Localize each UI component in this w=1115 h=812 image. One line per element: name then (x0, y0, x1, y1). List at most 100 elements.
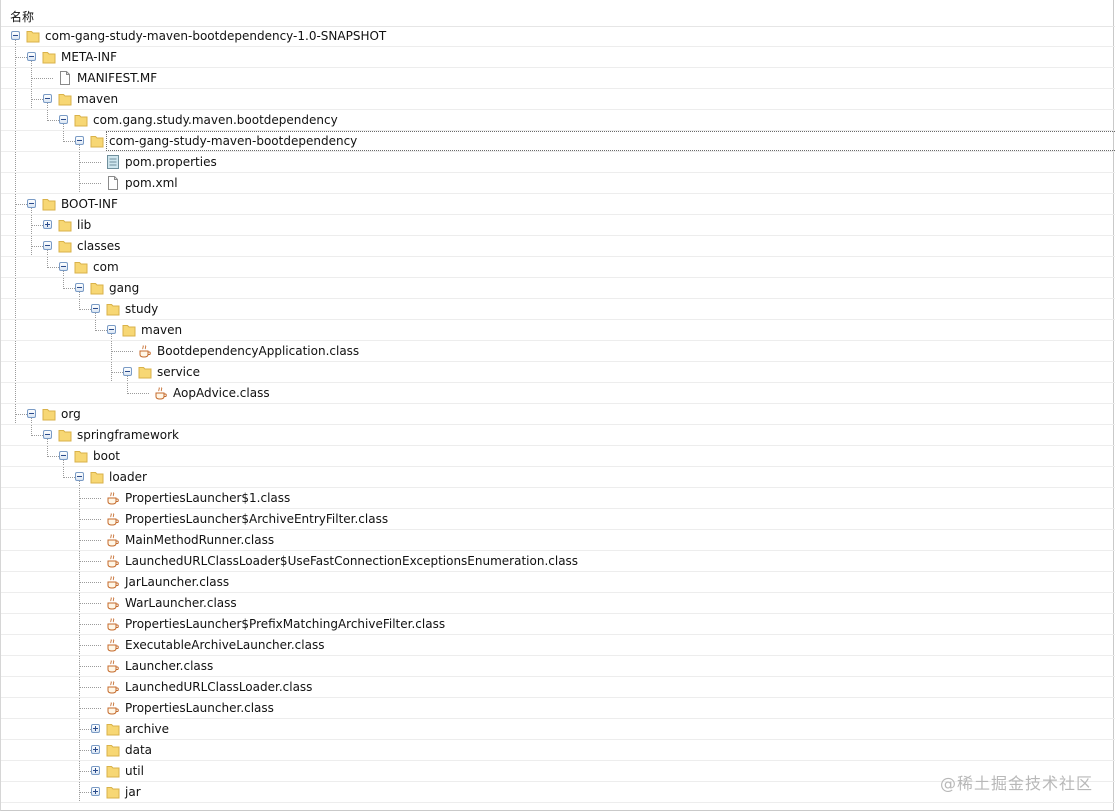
collapse-toggle-icon[interactable] (107, 325, 116, 334)
tree-row[interactable]: data (1, 740, 1115, 761)
folder-icon (89, 469, 105, 485)
tree-row[interactable]: BootdependencyApplication.class (1, 341, 1115, 362)
tree-item-label[interactable]: WarLauncher.class (125, 596, 237, 611)
tree-guide-line (15, 173, 16, 194)
tree-item-label[interactable]: org (61, 407, 81, 422)
tree-row[interactable]: maven (1, 320, 1115, 341)
java-class-icon (153, 385, 169, 401)
collapse-toggle-icon[interactable] (59, 451, 68, 460)
tree-item-label[interactable]: study (125, 302, 158, 317)
tree-item-label[interactable]: maven (77, 92, 118, 107)
tree-item-label[interactable]: jar (125, 785, 141, 800)
tree-item-label[interactable]: ExecutableArchiveLauncher.class (125, 638, 324, 653)
tree-row[interactable]: gang (1, 278, 1115, 299)
tree-row[interactable]: com-gang-study-maven-bootdependency-1.0-… (1, 26, 1115, 47)
collapse-toggle-icon[interactable] (75, 283, 84, 292)
expand-toggle-icon[interactable] (91, 787, 100, 796)
tree-row[interactable]: springframework (1, 425, 1115, 446)
tree-row[interactable]: org (1, 404, 1115, 425)
tree-item-label[interactable]: util (125, 764, 144, 779)
tree-row[interactable]: boot (1, 446, 1115, 467)
tree-row[interactable]: META-INF (1, 47, 1115, 68)
tree-row[interactable]: WarLauncher.class (1, 593, 1115, 614)
tree-row[interactable]: loader (1, 467, 1115, 488)
tree-row[interactable]: classes (1, 236, 1115, 257)
tree-item-label[interactable]: PropertiesLauncher$PrefixMatchingArchive… (125, 617, 445, 632)
collapse-toggle-icon[interactable] (123, 367, 132, 376)
tree-item-label[interactable]: pom.xml (125, 176, 178, 191)
tree-item-label[interactable]: data (125, 743, 152, 758)
tree-item-label[interactable]: MainMethodRunner.class (125, 533, 274, 548)
collapse-toggle-icon[interactable] (59, 262, 68, 271)
tree-item-label[interactable]: com-gang-study-maven-bootdependency (109, 134, 357, 149)
tree-item-label[interactable]: PropertiesLauncher$1.class (125, 491, 290, 506)
tree-row[interactable]: Launcher.class (1, 656, 1115, 677)
tree-item-label[interactable]: lib (77, 218, 91, 233)
tree-row[interactable]: com-gang-study-maven-bootdependency (1, 131, 1115, 152)
expand-toggle-icon[interactable] (91, 724, 100, 733)
collapse-toggle-icon[interactable] (27, 52, 36, 61)
tree-item-label[interactable]: maven (141, 323, 182, 338)
tree-item-label[interactable]: MANIFEST.MF (77, 71, 157, 86)
collapse-toggle-icon[interactable] (43, 241, 52, 250)
tree-row[interactable]: com (1, 257, 1115, 278)
tree-row[interactable]: archive (1, 719, 1115, 740)
tree-row[interactable]: PropertiesLauncher.class (1, 698, 1115, 719)
tree-item-label[interactable]: JarLauncher.class (125, 575, 229, 590)
tree-item-label[interactable]: gang (109, 281, 139, 296)
tree-row[interactable]: MainMethodRunner.class (1, 530, 1115, 551)
tree-row[interactable]: PropertiesLauncher$1.class (1, 488, 1115, 509)
tree-item-label[interactable]: BOOT-INF (61, 197, 118, 212)
collapse-toggle-icon[interactable] (27, 199, 36, 208)
tree-row[interactable]: MANIFEST.MF (1, 68, 1115, 89)
tree-item-label[interactable]: boot (93, 449, 120, 464)
tree-row[interactable]: com.gang.study.maven.bootdependency (1, 110, 1115, 131)
tree-row[interactable]: lib (1, 215, 1115, 236)
collapse-toggle-icon[interactable] (43, 94, 52, 103)
tree-item-label[interactable]: classes (77, 239, 120, 254)
tree-item-label[interactable]: META-INF (61, 50, 117, 65)
tree-row[interactable]: LaunchedURLClassLoader.class (1, 677, 1115, 698)
collapse-toggle-icon[interactable] (91, 304, 100, 313)
tree-item-label[interactable]: BootdependencyApplication.class (157, 344, 359, 359)
tree-row[interactable]: PropertiesLauncher$ArchiveEntryFilter.cl… (1, 509, 1115, 530)
column-header-name[interactable]: 名称 (1, 0, 1115, 27)
collapse-toggle-icon[interactable] (27, 409, 36, 418)
tree-guide-line (127, 393, 149, 394)
tree-item-label[interactable]: AopAdvice.class (173, 386, 270, 401)
tree-row[interactable]: JarLauncher.class (1, 572, 1115, 593)
collapse-toggle-icon[interactable] (75, 472, 84, 481)
tree-item-label[interactable]: LaunchedURLClassLoader$UseFastConnection… (125, 554, 578, 569)
tree-item-label[interactable]: com (93, 260, 119, 275)
expand-toggle-icon[interactable] (43, 220, 52, 229)
folder-icon (89, 133, 105, 149)
tree-item-label[interactable]: PropertiesLauncher$ArchiveEntryFilter.cl… (125, 512, 388, 527)
tree-guide-line (79, 645, 101, 646)
tree-item-label[interactable]: pom.properties (125, 155, 217, 170)
tree-row[interactable]: ExecutableArchiveLauncher.class (1, 635, 1115, 656)
tree-row[interactable]: BOOT-INF (1, 194, 1115, 215)
collapse-toggle-icon[interactable] (11, 31, 20, 40)
expand-toggle-icon[interactable] (91, 766, 100, 775)
tree-item-label[interactable]: Launcher.class (125, 659, 213, 674)
tree-item-label[interactable]: loader (109, 470, 147, 485)
tree-row[interactable]: service (1, 362, 1115, 383)
tree-item-label[interactable]: springframework (77, 428, 179, 443)
tree-item-label[interactable]: LaunchedURLClassLoader.class (125, 680, 312, 695)
tree-row[interactable]: AopAdvice.class (1, 383, 1115, 404)
tree-row[interactable]: maven (1, 89, 1115, 110)
tree-item-label[interactable]: PropertiesLauncher.class (125, 701, 274, 716)
tree-item-label[interactable]: com-gang-study-maven-bootdependency-1.0-… (45, 29, 386, 44)
tree-row[interactable]: LaunchedURLClassLoader$UseFastConnection… (1, 551, 1115, 572)
collapse-toggle-icon[interactable] (43, 430, 52, 439)
tree-row[interactable]: PropertiesLauncher$PrefixMatchingArchive… (1, 614, 1115, 635)
tree-item-label[interactable]: archive (125, 722, 169, 737)
collapse-toggle-icon[interactable] (75, 136, 84, 145)
expand-toggle-icon[interactable] (91, 745, 100, 754)
tree-item-label[interactable]: service (157, 365, 200, 380)
tree-row[interactable]: pom.xml (1, 173, 1115, 194)
tree-row[interactable]: pom.properties (1, 152, 1115, 173)
collapse-toggle-icon[interactable] (59, 115, 68, 124)
tree-item-label[interactable]: com.gang.study.maven.bootdependency (93, 113, 338, 128)
tree-row[interactable]: study (1, 299, 1115, 320)
